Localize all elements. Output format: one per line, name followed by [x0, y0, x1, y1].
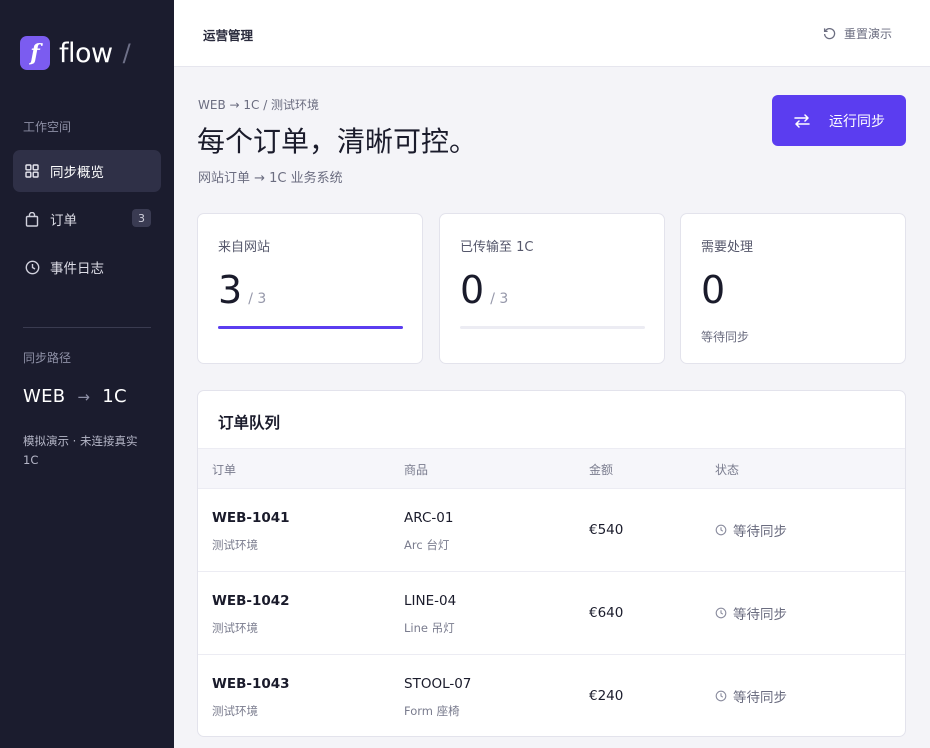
stat-label: 来自网站 [218, 240, 271, 255]
stat-value: 3/ 3 [218, 268, 267, 312]
sidebar-item-label: 订单 [50, 213, 77, 229]
table-row[interactable]: WEB-1041 测试环境 ARC-01 Arc 台灯 €540 等待同步 [198, 489, 905, 572]
topbar: 运营管理 重置演示 [174, 0, 930, 67]
order-id: WEB-1043 [212, 676, 290, 692]
stat-card-needs-attention: 需要处理 0 等待同步 [680, 213, 906, 364]
product-sku: STOOL-07 [404, 676, 472, 692]
orders-count-badge: 3 [132, 209, 151, 227]
stat-progress-bar [460, 326, 645, 329]
breadcrumb: WEB → 1C / 测试环境 [198, 98, 320, 112]
logo-text: flow [59, 37, 113, 69]
demo-note: 模拟演示 · 未连接真实 1C [23, 434, 138, 467]
logo[interactable]: f flow / [20, 36, 131, 70]
stat-label: 已传输至 1C [460, 240, 534, 255]
stat-value: 0 [701, 268, 726, 312]
order-env: 测试环境 [212, 621, 258, 635]
stat-total: / 3 [490, 291, 509, 307]
page-section-title: 运营管理 [203, 28, 254, 43]
stat-progress-fill [218, 326, 403, 329]
clock-icon [715, 607, 727, 619]
page-subtitle: 网站订单 → 1C 业务系统 [198, 171, 343, 186]
order-queue-title: 订单队列 [218, 414, 281, 432]
product-name: Arc 台灯 [404, 538, 450, 552]
status-label: 等待同步 [733, 524, 787, 540]
sidebar-divider [23, 327, 151, 328]
clock-icon [24, 259, 40, 275]
product-sku: LINE-04 [404, 593, 457, 609]
sidebar-item-label: 同步概览 [50, 165, 104, 181]
run-sync-label: 运行同步 [829, 112, 885, 129]
product-name: Line 吊灯 [404, 621, 455, 635]
stat-card-sent-to-1c: 已传输至 1C 0/ 3 [439, 213, 665, 364]
stat-note: 等待同步 [701, 330, 750, 344]
status-label: 等待同步 [733, 690, 787, 706]
column-header-order: 订单 [212, 463, 237, 477]
swap-arrows-icon [794, 113, 810, 128]
order-amount: €540 [589, 522, 624, 538]
table-header: 订单 商品 金额 状态 [198, 448, 905, 489]
order-env: 测试环境 [212, 704, 258, 718]
order-status: 等待同步 [715, 686, 787, 706]
order-id: WEB-1042 [212, 593, 290, 609]
stat-progress-bar [218, 326, 403, 329]
sidebar-item-label: 事件日志 [50, 261, 104, 277]
reset-demo-label: 重置演示 [843, 27, 892, 41]
clock-icon [715, 524, 727, 536]
run-sync-button[interactable]: 运行同步 [772, 95, 906, 146]
sidebar-item-overview[interactable]: 同步概览 [13, 150, 161, 192]
route-arrow-icon: → [77, 388, 91, 406]
table-row[interactable]: WEB-1043 测试环境 STOOL-07 Form 座椅 €240 等待同步 [198, 655, 905, 736]
logo-slash: / [122, 39, 131, 67]
table-row[interactable]: WEB-1042 测试环境 LINE-04 Line 吊灯 €640 等待同步 [198, 572, 905, 655]
clock-icon [715, 690, 727, 702]
grid-icon [24, 163, 40, 179]
route-label: 同步路径 [23, 351, 72, 365]
order-id: WEB-1041 [212, 510, 290, 526]
order-amount: €240 [589, 688, 624, 704]
sidebar-item-event-log[interactable]: 事件日志 [13, 246, 161, 288]
stat-total: / 3 [248, 291, 267, 307]
product-sku: ARC-01 [404, 510, 454, 526]
column-header-product: 商品 [404, 463, 429, 477]
workspace-label: 工作空间 [23, 120, 72, 134]
route-from: WEB [23, 386, 66, 407]
stat-card-from-website: 来自网站 3/ 3 [197, 213, 423, 364]
column-header-status: 状态 [715, 463, 740, 477]
status-label: 等待同步 [733, 607, 787, 623]
column-header-amount: 金额 [589, 463, 614, 477]
order-amount: €640 [589, 605, 624, 621]
order-status: 等待同步 [715, 520, 787, 540]
product-name: Form 座椅 [404, 704, 460, 718]
order-env: 测试环境 [212, 538, 258, 552]
bag-icon [24, 211, 40, 227]
sidebar: f flow / 工作空间 同步概览 订单 3 事件日志 同步路径 WEB → 1C… [0, 0, 174, 748]
order-status: 等待同步 [715, 603, 787, 623]
order-queue-panel: 订单队列 订单 商品 金额 状态 WEB-1041 测试环境 ARC-01 Ar… [197, 390, 906, 737]
stat-value: 0/ 3 [460, 268, 509, 312]
sidebar-item-orders[interactable]: 订单 3 [13, 198, 161, 240]
reset-icon [823, 27, 836, 40]
route-to: 1C [102, 386, 127, 407]
stat-label: 需要处理 [701, 240, 754, 255]
page-title: 每个订单，清晰可控。 [197, 125, 478, 158]
reset-demo-button[interactable]: 重置演示 [823, 25, 892, 42]
logo-mark-icon: f [20, 36, 50, 70]
sync-route: WEB → 1C [23, 386, 127, 407]
